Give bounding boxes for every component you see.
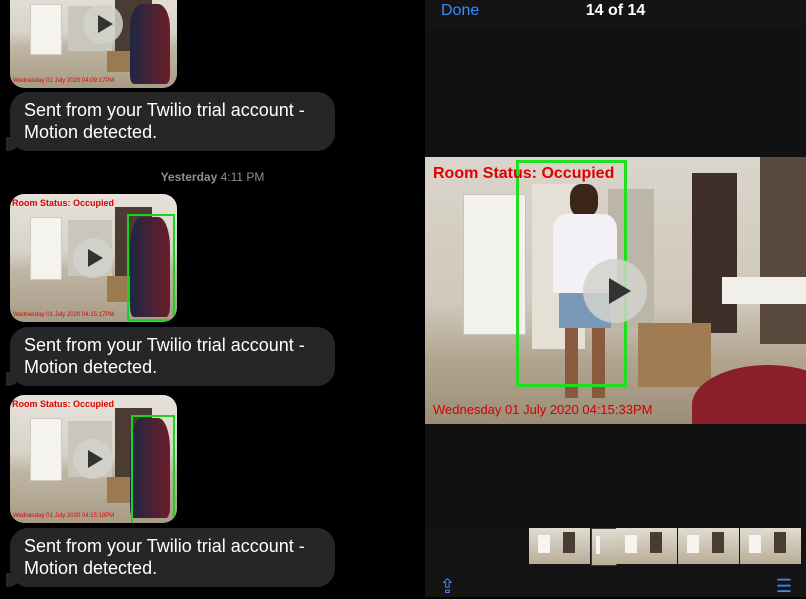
conversation-timestamp: Yesterday 4:11 PM <box>0 170 425 184</box>
video-player[interactable]: Room Status: Occupied Wednesday 01 July … <box>425 157 806 424</box>
box <box>106 476 131 503</box>
chair <box>130 4 171 84</box>
viewer-top-bar: Done 14 of 14 <box>425 0 806 30</box>
box <box>106 51 131 72</box>
video-attachment[interactable]: Wednesday 01 July 2020 04:09:17PM <box>10 0 177 88</box>
box <box>638 322 711 387</box>
door <box>30 418 63 482</box>
media-viewer: Done 14 of 14 Room Status: Occupied Wedn… <box>425 0 806 599</box>
messages-pane: Wednesday 01 July 2020 04:09:17PM Sent f… <box>0 0 425 597</box>
message-bubble[interactable]: Sent from your Twilio trial account - Mo… <box>6 92 335 151</box>
media-counter: 14 of 14 <box>585 2 646 19</box>
room-status-overlay: Room Status: Occupied <box>12 198 115 208</box>
message-bubble[interactable]: Sent from your Twilio trial account - Mo… <box>6 528 335 587</box>
shelf <box>691 173 738 334</box>
room-status-overlay: Room Status: Occupied <box>12 399 115 409</box>
video-timestamp-overlay: Wednesday 01 July 2020 04:15:18PM <box>13 513 115 519</box>
message-text: Sent from your Twilio trial account - Mo… <box>24 100 305 142</box>
filmstrip: ⇪ ☰ <box>425 527 806 599</box>
video-attachment[interactable]: Room Status: Occupied Wednesday 01 July … <box>10 395 177 523</box>
detection-box <box>131 415 175 523</box>
shelf <box>760 157 806 344</box>
message-bubble[interactable]: Sent from your Twilio trial account - Mo… <box>6 327 335 386</box>
timestamp-time: 4:11 PM <box>220 170 265 184</box>
filmstrip-thumbnail[interactable] <box>616 528 677 564</box>
video-attachment[interactable]: Room Status: Occupied Wednesday 01 July … <box>10 194 177 322</box>
video-timestamp-overlay: Wednesday 01 July 2020 04:15:33PM <box>433 402 653 417</box>
room-status-overlay: Room Status: Occupied <box>433 165 615 182</box>
video-timestamp-overlay: Wednesday 01 July 2020 04:15:17PM <box>13 312 115 318</box>
filmstrip-thumbnail[interactable] <box>740 528 801 564</box>
filmstrip-thumbnail[interactable] <box>529 528 590 564</box>
filmstrip-thumbnail-current[interactable] <box>591 528 617 566</box>
filmstrip-thumbnail[interactable] <box>678 528 739 564</box>
timestamp-day: Yesterday <box>160 170 218 184</box>
share-icon[interactable]: ⇪ <box>439 574 456 599</box>
play-icon[interactable] <box>83 4 123 44</box>
door <box>30 4 63 56</box>
video-timestamp-overlay: Wednesday 01 July 2020 04:09:17PM <box>13 78 115 84</box>
message-text: Sent from your Twilio trial account - Mo… <box>24 536 305 578</box>
play-icon[interactable] <box>73 439 113 479</box>
list-icon[interactable]: ☰ <box>776 576 792 597</box>
play-icon[interactable] <box>73 238 113 278</box>
door <box>30 217 63 281</box>
desk <box>722 277 806 304</box>
detection-box <box>127 214 175 321</box>
play-icon[interactable] <box>583 259 647 323</box>
message-text: Sent from your Twilio trial account - Mo… <box>24 335 305 377</box>
